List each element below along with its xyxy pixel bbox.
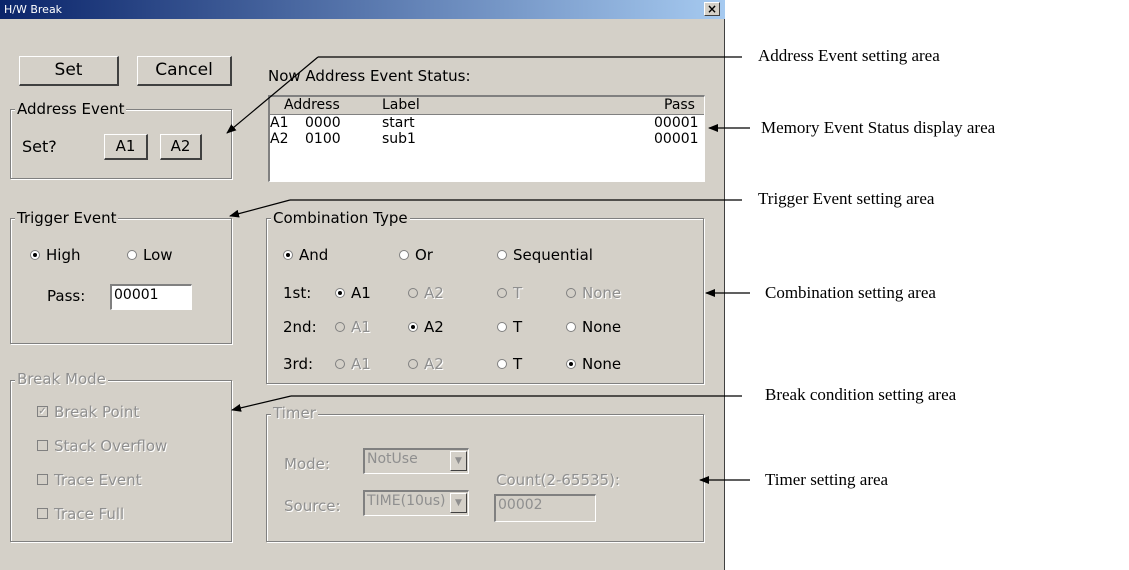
annotation-combination: Combination setting area bbox=[765, 283, 936, 302]
annotation-memory-status: Memory Event Status display area bbox=[761, 118, 996, 137]
trigger-annotation-arrow bbox=[229, 199, 291, 218]
annotation-trigger-event: Trigger Event setting area bbox=[758, 189, 935, 208]
address-annotation-arrow bbox=[226, 56, 319, 134]
annotation-break-condition: Break condition setting area bbox=[765, 385, 957, 404]
annotation-timer: Timer setting area bbox=[765, 470, 889, 489]
annotation-arrows bbox=[226, 56, 750, 484]
break-annotation-arrow bbox=[231, 395, 292, 412]
annotation-address-event: Address Event setting area bbox=[758, 46, 940, 65]
